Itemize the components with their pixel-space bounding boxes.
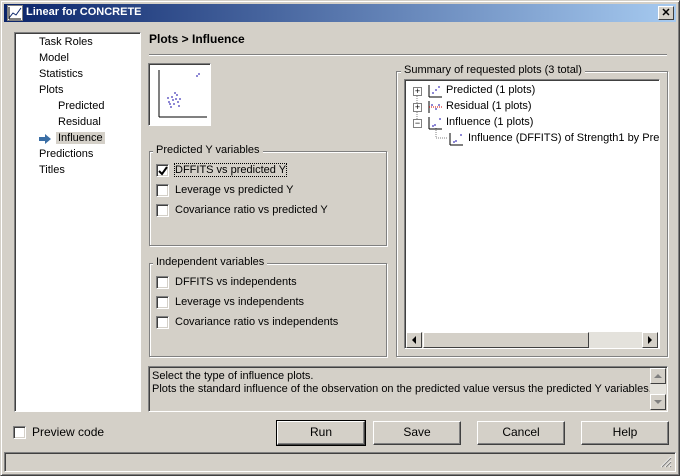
nav-item-residual[interactable]: Residual (58, 116, 101, 128)
title-bar[interactable]: Linear for CONCRETE ✕ (4, 4, 676, 22)
scroll-down-icon (654, 400, 662, 404)
cancel-button[interactable]: Cancel (477, 421, 565, 445)
influence-plot-icon (428, 117, 442, 130)
nav-item-task-roles[interactable]: Task Roles (39, 36, 93, 48)
predicted-plot-icon (428, 85, 442, 98)
scroll-up-icon (654, 374, 662, 378)
checkbox-box[interactable] (156, 296, 169, 309)
checkbox-label: Covariance ratio vs independents (175, 316, 339, 328)
description-vertical-scrollbar[interactable] (650, 368, 666, 410)
tree-horizontal-scrollbar[interactable] (406, 332, 658, 348)
app-icon (7, 5, 23, 21)
expand-icon[interactable]: + (413, 87, 422, 96)
scroll-left-button[interactable] (406, 332, 422, 348)
save-button[interactable]: Save (373, 421, 461, 445)
nav-item-influence[interactable]: Influence (56, 132, 105, 144)
dialog-window: Linear for CONCRETE ✕ Task Roles Model S… (0, 0, 680, 476)
nav-item-titles[interactable]: Titles (39, 164, 65, 176)
checkbox-box[interactable] (156, 276, 169, 289)
description-line-2: Plots the standard influence of the obse… (152, 383, 652, 395)
nav-item-predicted[interactable]: Predicted (58, 100, 104, 112)
nav-item-model[interactable]: Model (39, 52, 69, 64)
checkbox-label: Preview code (32, 425, 105, 439)
checkbox-box[interactable] (156, 204, 169, 217)
page-title: Plots > Influence (149, 32, 245, 46)
run-button[interactable]: Run (276, 420, 366, 446)
plot-preview-thumbnail (148, 63, 211, 126)
nav-item-predictions[interactable]: Predictions (39, 148, 93, 160)
checkbox-label: Leverage vs independents (175, 296, 305, 308)
close-button[interactable]: ✕ (658, 6, 674, 20)
help-button[interactable]: Help (581, 421, 669, 445)
nav-item-plots[interactable]: Plots (39, 84, 63, 96)
checkbox-label: Leverage vs predicted Y (175, 184, 294, 196)
current-page-arrow-icon (39, 134, 51, 144)
scroll-left-icon (412, 336, 416, 344)
resize-grip-icon[interactable] (660, 456, 672, 468)
checkbox-box[interactable] (156, 164, 169, 177)
close-icon: ✕ (661, 7, 671, 19)
collapse-icon[interactable]: − (413, 119, 422, 128)
checkbox-box[interactable] (156, 316, 169, 329)
checkbox-label: Covariance ratio vs predicted Y (175, 204, 328, 216)
predicted-y-group-label: Predicted Y variables (153, 144, 263, 156)
scroll-up-button[interactable] (650, 368, 666, 384)
checkmark-icon (158, 166, 168, 176)
tree-node-label: Influence (DFFITS) of Strength1 by Pred (468, 132, 660, 144)
checkbox-label: DFFITS vs predicted Y (173, 163, 288, 177)
influence-plot-icon (449, 133, 463, 146)
checkbox-label: DFFITS vs independents (175, 276, 297, 288)
expand-icon[interactable]: + (413, 103, 422, 112)
scroll-right-icon (648, 336, 652, 344)
checkbox-box[interactable] (156, 184, 169, 197)
residual-plot-icon (428, 101, 442, 113)
plots-summary-tree[interactable]: + Predicted (1 plots) + Residual (1 plot… (404, 79, 660, 349)
summary-group-label: Summary of requested plots (3 total) (401, 64, 585, 76)
navigation-pane: Task Roles Model Statistics Plots Predic… (14, 32, 141, 412)
window-title: Linear for CONCRETE (26, 6, 142, 18)
tree-node-label: Predicted (1 plots) (446, 84, 536, 96)
nav-item-statistics[interactable]: Statistics (39, 68, 83, 80)
description-line-1: Select the type of influence plots. (152, 370, 314, 382)
independent-group-label: Independent variables (153, 256, 268, 268)
scroll-down-button[interactable] (650, 394, 666, 410)
tree-node-label: Residual (1 plots) (446, 100, 532, 112)
scatter-plot-icon (158, 70, 207, 118)
scrollbar-thumb[interactable] (423, 332, 589, 348)
scroll-right-button[interactable] (642, 332, 658, 348)
title-divider (149, 54, 667, 56)
description-box: Select the type of influence plots. Plot… (148, 366, 668, 412)
tree-node-label: Influence (1 plots) (446, 116, 534, 128)
status-bar (4, 452, 676, 472)
checkbox-box[interactable] (13, 426, 26, 439)
